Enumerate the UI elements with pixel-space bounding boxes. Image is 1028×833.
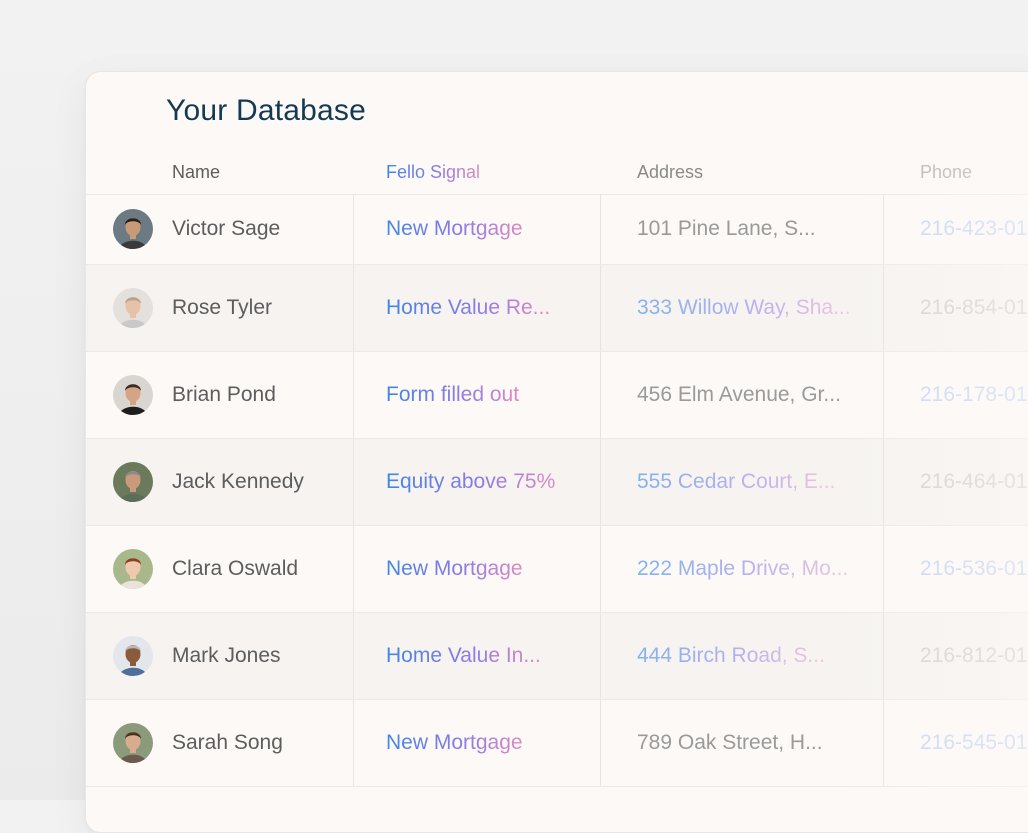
fello-signal-badge[interactable]: Equity above 75% [386,470,555,494]
column-divider [600,265,601,351]
contact-name[interactable]: Jack Kennedy [172,470,304,494]
page-title: Your Database [166,94,366,127]
avatar [113,375,153,415]
column-header-phone[interactable]: Phone [920,162,972,183]
contact-address: 456 Elm Avenue, Gr... [637,383,841,406]
fello-signal-badge[interactable]: New Mortgage [386,731,523,755]
column-divider [883,439,884,525]
contact-address: 222 Maple Drive, Mo... [637,557,849,580]
table-row[interactable]: Mark Jones Home Value In... 444 Birch Road… [86,613,1028,700]
column-divider [353,265,354,351]
table-row[interactable]: Sarah Song New Mortgage 789 Oak Street, H.… [86,700,1028,787]
avatar [113,209,153,249]
column-divider [600,194,601,264]
contact-phone: 216-854-01 [920,296,1028,319]
contact-name[interactable]: Clara Oswald [172,557,298,581]
column-divider [600,700,601,786]
column-divider [600,613,601,699]
contact-phone: 216-464-01 [920,470,1028,493]
contact-name[interactable]: Victor Sage [172,217,280,241]
column-divider [600,352,601,438]
avatar [113,549,153,589]
contact-address: 101 Pine Lane, S... [637,217,816,240]
contact-name[interactable]: Sarah Song [172,731,283,755]
contact-address: 555 Cedar Court, E... [637,470,836,493]
table-row[interactable]: Victor Sage New Mortgage 101 Pine Lane, S.… [86,194,1028,265]
table-header: Name Fello Signal Address Phone [86,150,1028,195]
table-row[interactable]: Rose Tyler Home Value Re... 333 Willow Way… [86,265,1028,352]
table-row[interactable]: Brian Pond Form filled out 456 Elm Avenue,… [86,352,1028,439]
column-divider [353,526,354,612]
column-divider [883,352,884,438]
contact-phone: 216-536-01 [920,557,1028,580]
table-row[interactable]: Jack Kennedy Equity above 75% 555 Cedar Co… [86,439,1028,526]
column-header-address[interactable]: Address [637,162,703,183]
column-divider [353,700,354,786]
column-divider [353,352,354,438]
avatar [113,636,153,676]
contact-address: 789 Oak Street, H... [637,731,823,754]
contact-phone: 216-812-01 [920,644,1028,667]
contact-phone: 216-545-01 [920,731,1028,754]
column-divider [353,194,354,264]
fello-signal-badge[interactable]: New Mortgage [386,217,523,241]
column-divider [353,613,354,699]
database-card: Your Database Name Fello Signal Address … [85,71,1028,833]
column-divider [353,439,354,525]
avatar [113,723,153,763]
column-divider [600,526,601,612]
avatar [113,288,153,328]
column-divider [883,526,884,612]
table-body: Victor Sage New Mortgage 101 Pine Lane, S.… [86,194,1028,787]
column-divider [883,700,884,786]
column-header-name[interactable]: Name [172,162,220,183]
fello-signal-badge[interactable]: Form filled out [386,383,519,407]
table-row[interactable]: Clara Oswald New Mortgage 222 Maple Drive,… [86,526,1028,613]
column-divider [883,613,884,699]
column-divider [600,439,601,525]
contact-phone: 216-178-01 [920,383,1028,406]
fello-signal-badge[interactable]: Home Value Re... [386,296,550,320]
contact-phone: 216-423-01 [920,217,1028,240]
contact-address: 333 Willow Way, Sha... [637,296,851,319]
column-divider [883,194,884,264]
fello-signal-badge[interactable]: New Mortgage [386,557,523,581]
contact-address: 444 Birch Road, S... [637,644,825,667]
fello-signal-badge[interactable]: Home Value In... [386,644,541,668]
contact-name[interactable]: Brian Pond [172,383,276,407]
contact-name[interactable]: Rose Tyler [172,296,272,320]
column-header-fello-signal[interactable]: Fello Signal [386,162,480,183]
column-divider [883,265,884,351]
avatar [113,462,153,502]
contact-name[interactable]: Mark Jones [172,644,281,668]
